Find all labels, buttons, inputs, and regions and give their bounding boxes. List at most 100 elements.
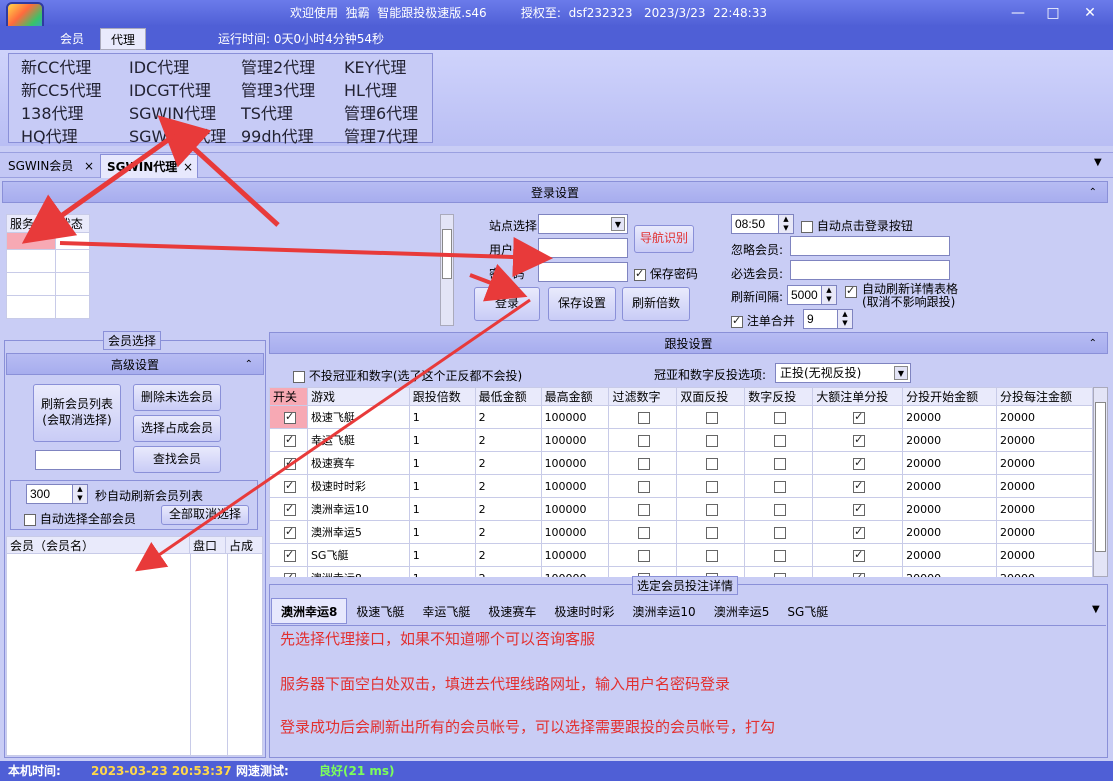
table-cell[interactable] <box>6 272 56 296</box>
scrollbar[interactable] <box>1093 387 1108 577</box>
chevron-down-icon[interactable]: ▼ <box>611 217 625 231</box>
checkbox-icon[interactable] <box>774 457 787 470</box>
spinner-icon[interactable]: ▲ ▼ <box>821 285 837 305</box>
multiplier[interactable]: 1 <box>408 451 476 475</box>
auto-refresh-checkbox[interactable] <box>845 284 857 298</box>
checkbox-icon[interactable] <box>774 411 787 424</box>
row-enable-checkbox[interactable] <box>269 474 308 498</box>
doc-tab-sgwin-member[interactable]: SGWIN会员 × <box>2 154 100 178</box>
chevron-down-icon[interactable]: ▼ <box>1092 604 1100 615</box>
double-reverse-checkbox[interactable] <box>676 428 746 452</box>
refresh-member-list-button[interactable]: 刷新会员列表 (会取消选择) <box>33 384 121 442</box>
checkbox-icon[interactable] <box>283 571 296 577</box>
multiplier[interactable]: 1 <box>408 474 476 498</box>
checkbox-icon[interactable] <box>24 513 36 526</box>
table-cell[interactable] <box>54 232 91 250</box>
multiplier[interactable]: 1 <box>408 497 476 521</box>
split-start-amount[interactable]: 20000 <box>902 451 998 475</box>
detail-tab[interactable]: 幸运飞艇 <box>413 599 479 625</box>
agent-option[interactable]: HL代理 <box>344 77 397 101</box>
refresh-multiplier-button[interactable]: 刷新倍数 <box>622 287 690 321</box>
select-share-button[interactable]: 选择占成会员 <box>133 415 221 442</box>
interval-input[interactable] <box>787 285 823 305</box>
seconds-input[interactable] <box>26 484 74 504</box>
min-amount[interactable]: 2 <box>474 566 542 577</box>
min-amount[interactable]: 2 <box>474 520 542 544</box>
checkbox-icon[interactable] <box>774 549 787 562</box>
row-enable-checkbox[interactable] <box>269 451 308 475</box>
checkbox-icon[interactable] <box>845 284 857 298</box>
agent-option[interactable]: SGWIN9代理 <box>129 123 226 147</box>
multiplier[interactable]: 1 <box>408 520 476 544</box>
row-enable-checkbox[interactable] <box>269 405 308 429</box>
site-select[interactable]: ▼ <box>538 214 628 234</box>
checkbox-icon[interactable] <box>293 370 305 383</box>
split-each-amount[interactable]: 20000 <box>996 566 1093 577</box>
checkbox-icon[interactable] <box>283 548 296 562</box>
checkbox-icon[interactable] <box>638 457 651 470</box>
min-amount[interactable]: 2 <box>474 405 542 429</box>
delete-unselected-button[interactable]: 删除未选会员 <box>133 384 221 411</box>
detail-tab[interactable]: 极速赛车 <box>479 599 545 625</box>
no-bet-checkbox[interactable]: 不投冠亚和数字(选了这个正反都不会投) <box>293 367 522 384</box>
split-each-amount[interactable]: 20000 <box>996 520 1093 544</box>
split-bet-checkbox[interactable] <box>812 497 904 521</box>
split-each-amount[interactable]: 20000 <box>996 405 1093 429</box>
find-member-button[interactable]: 查找会员 <box>133 446 221 473</box>
min-amount[interactable]: 2 <box>474 497 542 521</box>
agent-option[interactable]: HQ代理 <box>21 123 78 147</box>
checkbox-icon[interactable] <box>638 480 651 493</box>
agent-option[interactable]: SGWIN代理 <box>129 100 216 124</box>
chevron-down-icon[interactable]: ▼ <box>1094 157 1102 168</box>
checkbox-icon[interactable] <box>853 410 866 424</box>
multiplier[interactable]: 1 <box>408 543 476 567</box>
detail-tab[interactable]: 澳洲幸运5 <box>705 599 779 625</box>
agent-option[interactable]: 管理2代理 <box>241 54 315 78</box>
multiplier[interactable]: 1 <box>408 566 476 577</box>
auto-click-checkbox[interactable]: 自动点击登录按钮 <box>801 217 913 234</box>
checkbox-icon[interactable] <box>638 549 651 562</box>
spinner-icon[interactable]: ▲ ▼ <box>778 214 794 234</box>
digit-reverse-checkbox[interactable] <box>744 497 814 521</box>
checkbox-icon[interactable] <box>638 434 651 447</box>
checkbox-icon[interactable] <box>774 434 787 447</box>
split-start-amount[interactable]: 20000 <box>902 520 998 544</box>
scrollbar-thumb[interactable] <box>1095 402 1106 552</box>
scrollbar-thumb[interactable] <box>442 229 452 279</box>
table-row[interactable]: SG飞艇12100000 2000020000 <box>269 543 1093 567</box>
multiplier[interactable]: 1 <box>408 405 476 429</box>
double-reverse-checkbox[interactable] <box>676 451 746 475</box>
min-amount[interactable]: 2 <box>474 543 542 567</box>
detail-tab[interactable]: 极速时时彩 <box>545 599 623 625</box>
collapse-icon[interactable]: ⌃ <box>245 354 253 376</box>
checkbox-icon[interactable] <box>706 480 719 493</box>
split-each-amount[interactable]: 20000 <box>996 543 1093 567</box>
table-row[interactable]: 极速时时彩12100000 2000020000 <box>269 474 1093 498</box>
checkbox-icon[interactable] <box>706 503 719 516</box>
max-amount[interactable]: 100000 <box>540 405 610 429</box>
auto-select-all-checkbox[interactable]: 自动选择全部会员 <box>24 510 136 527</box>
agent-option[interactable]: 管理3代理 <box>241 77 315 101</box>
digit-reverse-checkbox[interactable] <box>744 520 814 544</box>
checkbox-icon[interactable] <box>774 503 787 516</box>
table-cell[interactable] <box>6 232 56 250</box>
checkbox-icon[interactable] <box>774 526 787 539</box>
double-reverse-checkbox[interactable] <box>676 497 746 521</box>
nav-detect-button[interactable]: 导航识别 <box>634 225 694 253</box>
table-row[interactable]: 澳洲幸运512100000 2000020000 <box>269 520 1093 544</box>
checkbox-icon[interactable] <box>706 434 719 447</box>
checkbox-icon[interactable] <box>283 410 296 424</box>
follow-table[interactable]: 开关 游戏 跟投倍数 最低金额 最高金额 过滤数字 双面反投 数字反投 大额注单分投 分投开始金额… <box>269 387 1093 577</box>
checkbox-icon[interactable] <box>853 456 866 470</box>
filter-digit-checkbox[interactable] <box>608 451 678 475</box>
filter-digit-checkbox[interactable] <box>608 543 678 567</box>
min-amount[interactable]: 2 <box>474 451 542 475</box>
filter-digit-checkbox[interactable] <box>608 405 678 429</box>
agent-option[interactable]: 138代理 <box>21 100 84 124</box>
agent-option[interactable]: 管理7代理 <box>344 123 418 147</box>
reverse-select[interactable]: 正投(无视反投) ▼ <box>775 363 911 383</box>
digit-reverse-checkbox[interactable] <box>744 474 814 498</box>
checkbox-icon[interactable] <box>853 548 866 562</box>
table-cell[interactable] <box>54 272 91 296</box>
minimize-button[interactable]: — <box>1004 3 1032 23</box>
